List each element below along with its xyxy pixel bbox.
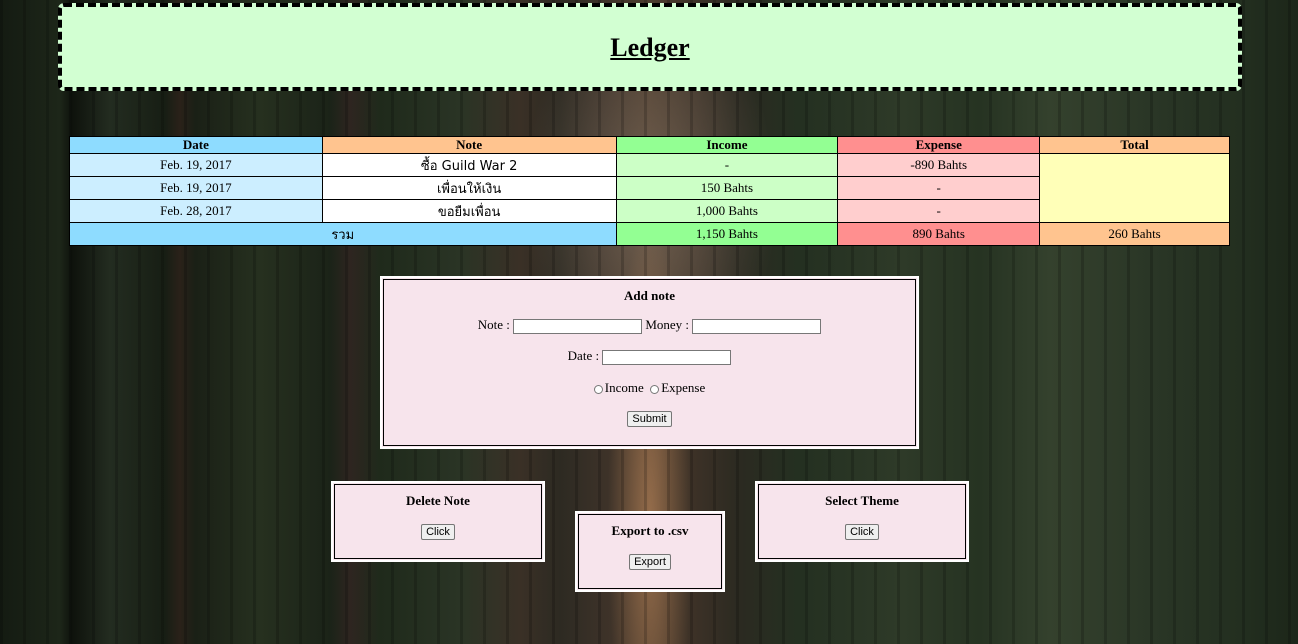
- column-header-total: Total: [1039, 136, 1230, 154]
- column-header-income: Income: [615, 136, 839, 154]
- export-title: Export to .csv: [611, 523, 689, 538]
- cell-income: 150 Bahts: [615, 176, 839, 200]
- select-theme-panel: Select Theme Click: [755, 481, 969, 562]
- delete-note-button[interactable]: Click: [421, 524, 455, 540]
- cell-total-empty: [1039, 153, 1230, 223]
- cell-expense: -: [837, 199, 1041, 223]
- money-input[interactable]: [692, 318, 822, 334]
- ledger-table: Date Note Income Expense Total Feb. 19, …: [69, 136, 1230, 246]
- summary-expense: 890 Bahts: [837, 222, 1041, 246]
- note-money-row: Note : Money :: [382, 317, 917, 334]
- income-radio[interactable]: [593, 384, 603, 394]
- income-radio-label: Income: [604, 380, 644, 395]
- add-note-panel: Add note Note : Money : Date : Income Ex…: [380, 276, 919, 449]
- note-input[interactable]: [513, 318, 643, 334]
- date-label: Date :: [567, 348, 600, 363]
- expense-radio-label: Expense: [661, 380, 706, 395]
- table-row: Feb. 19, 2017 ซื้อ Guild War 2 - -890 Ba…: [69, 153, 1230, 223]
- add-note-title: Add note: [624, 288, 675, 303]
- cell-expense: -: [837, 176, 1041, 200]
- cell-income: -: [615, 153, 839, 177]
- table-summary-row: รวม 1,150 Bahts 890 Bahts 260 Bahts: [69, 222, 1230, 246]
- date-row: Date :: [382, 348, 917, 365]
- type-radio-row: Income Expense: [382, 380, 917, 396]
- submit-row: Submit: [382, 410, 917, 427]
- page-title: Ledger: [610, 33, 690, 62]
- delete-note-title: Delete Note: [406, 493, 470, 508]
- select-theme-title: Select Theme: [825, 493, 899, 508]
- cell-note: เพื่อนให้เงิน: [321, 176, 617, 200]
- column-header-note: Note: [321, 136, 617, 154]
- delete-note-panel: Delete Note Click: [331, 481, 545, 562]
- expense-radio[interactable]: [650, 384, 660, 394]
- money-label: Money :: [645, 317, 690, 332]
- cell-date: Feb. 19, 2017: [69, 176, 323, 200]
- cell-date: Feb. 28, 2017: [69, 199, 323, 223]
- export-panel: Export to .csv Export: [575, 511, 725, 592]
- cell-date: Feb. 19, 2017: [69, 153, 323, 177]
- note-label: Note :: [477, 317, 510, 332]
- cell-note: ซื้อ Guild War 2: [321, 153, 617, 177]
- cell-income: 1,000 Bahts: [615, 199, 839, 223]
- table-header-row: Date Note Income Expense Total: [69, 136, 1230, 154]
- submit-button[interactable]: Submit: [627, 411, 672, 427]
- column-header-date: Date: [69, 136, 323, 154]
- select-theme-button[interactable]: Click: [845, 524, 879, 540]
- date-input[interactable]: [602, 349, 732, 365]
- export-button[interactable]: Export: [629, 554, 671, 570]
- cell-expense: -890 Bahts: [837, 153, 1041, 177]
- cell-note: ขอยืมเพื่อน: [321, 199, 617, 223]
- column-header-expense: Expense: [837, 136, 1041, 154]
- summary-income: 1,150 Bahts: [615, 222, 839, 246]
- summary-label: รวม: [69, 222, 617, 246]
- ledger-header: Ledger: [58, 3, 1242, 91]
- summary-total: 260 Bahts: [1039, 222, 1230, 246]
